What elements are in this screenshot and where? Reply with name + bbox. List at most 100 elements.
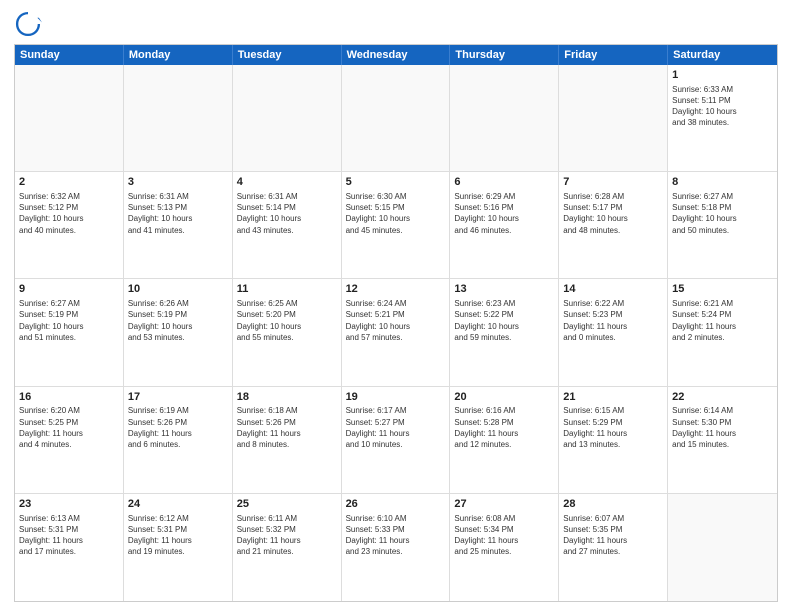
- day-header-wednesday: Wednesday: [342, 45, 451, 65]
- cell-content: Sunrise: 6:33 AM Sunset: 5:11 PM Dayligh…: [672, 84, 773, 129]
- cal-cell: 27Sunrise: 6:08 AM Sunset: 5:34 PM Dayli…: [450, 494, 559, 601]
- cell-content: Sunrise: 6:21 AM Sunset: 5:24 PM Dayligh…: [672, 298, 773, 343]
- cell-content: Sunrise: 6:28 AM Sunset: 5:17 PM Dayligh…: [563, 191, 663, 236]
- day-number: 7: [563, 175, 663, 190]
- calendar-body: 1Sunrise: 6:33 AM Sunset: 5:11 PM Daylig…: [15, 65, 777, 601]
- day-header-saturday: Saturday: [668, 45, 777, 65]
- cal-cell: 15Sunrise: 6:21 AM Sunset: 5:24 PM Dayli…: [668, 279, 777, 385]
- cal-cell: 11Sunrise: 6:25 AM Sunset: 5:20 PM Dayli…: [233, 279, 342, 385]
- cell-content: Sunrise: 6:23 AM Sunset: 5:22 PM Dayligh…: [454, 298, 554, 343]
- cell-content: Sunrise: 6:16 AM Sunset: 5:28 PM Dayligh…: [454, 405, 554, 450]
- cell-content: Sunrise: 6:26 AM Sunset: 5:19 PM Dayligh…: [128, 298, 228, 343]
- week-row-3: 16Sunrise: 6:20 AM Sunset: 5:25 PM Dayli…: [15, 387, 777, 494]
- cell-content: Sunrise: 6:15 AM Sunset: 5:29 PM Dayligh…: [563, 405, 663, 450]
- cell-content: Sunrise: 6:13 AM Sunset: 5:31 PM Dayligh…: [19, 513, 119, 558]
- calendar-header: SundayMondayTuesdayWednesdayThursdayFrid…: [15, 45, 777, 65]
- day-number: 22: [672, 390, 773, 405]
- cal-cell: 26Sunrise: 6:10 AM Sunset: 5:33 PM Dayli…: [342, 494, 451, 601]
- cell-content: Sunrise: 6:14 AM Sunset: 5:30 PM Dayligh…: [672, 405, 773, 450]
- day-number: 3: [128, 175, 228, 190]
- logo-icon: [14, 10, 42, 38]
- cal-cell: 10Sunrise: 6:26 AM Sunset: 5:19 PM Dayli…: [124, 279, 233, 385]
- cell-content: Sunrise: 6:22 AM Sunset: 5:23 PM Dayligh…: [563, 298, 663, 343]
- cell-content: Sunrise: 6:19 AM Sunset: 5:26 PM Dayligh…: [128, 405, 228, 450]
- day-header-tuesday: Tuesday: [233, 45, 342, 65]
- cal-cell: 18Sunrise: 6:18 AM Sunset: 5:26 PM Dayli…: [233, 387, 342, 493]
- cal-cell: 17Sunrise: 6:19 AM Sunset: 5:26 PM Dayli…: [124, 387, 233, 493]
- day-number: 20: [454, 390, 554, 405]
- cal-cell: 28Sunrise: 6:07 AM Sunset: 5:35 PM Dayli…: [559, 494, 668, 601]
- cell-content: Sunrise: 6:27 AM Sunset: 5:19 PM Dayligh…: [19, 298, 119, 343]
- day-header-sunday: Sunday: [15, 45, 124, 65]
- day-number: 19: [346, 390, 446, 405]
- cal-cell: 13Sunrise: 6:23 AM Sunset: 5:22 PM Dayli…: [450, 279, 559, 385]
- cal-cell: 25Sunrise: 6:11 AM Sunset: 5:32 PM Dayli…: [233, 494, 342, 601]
- cal-cell: 20Sunrise: 6:16 AM Sunset: 5:28 PM Dayli…: [450, 387, 559, 493]
- day-number: 16: [19, 390, 119, 405]
- cal-cell: 21Sunrise: 6:15 AM Sunset: 5:29 PM Dayli…: [559, 387, 668, 493]
- cal-cell: [668, 494, 777, 601]
- cal-cell: 5Sunrise: 6:30 AM Sunset: 5:15 PM Daylig…: [342, 172, 451, 278]
- cal-cell: 4Sunrise: 6:31 AM Sunset: 5:14 PM Daylig…: [233, 172, 342, 278]
- cal-cell: 16Sunrise: 6:20 AM Sunset: 5:25 PM Dayli…: [15, 387, 124, 493]
- day-header-thursday: Thursday: [450, 45, 559, 65]
- cell-content: Sunrise: 6:30 AM Sunset: 5:15 PM Dayligh…: [346, 191, 446, 236]
- cell-content: Sunrise: 6:10 AM Sunset: 5:33 PM Dayligh…: [346, 513, 446, 558]
- cell-content: Sunrise: 6:32 AM Sunset: 5:12 PM Dayligh…: [19, 191, 119, 236]
- day-number: 9: [19, 282, 119, 297]
- day-number: 8: [672, 175, 773, 190]
- cell-content: Sunrise: 6:11 AM Sunset: 5:32 PM Dayligh…: [237, 513, 337, 558]
- day-number: 13: [454, 282, 554, 297]
- day-number: 24: [128, 497, 228, 512]
- cal-cell: 19Sunrise: 6:17 AM Sunset: 5:27 PM Dayli…: [342, 387, 451, 493]
- day-number: 12: [346, 282, 446, 297]
- cell-content: Sunrise: 6:08 AM Sunset: 5:34 PM Dayligh…: [454, 513, 554, 558]
- week-row-2: 9Sunrise: 6:27 AM Sunset: 5:19 PM Daylig…: [15, 279, 777, 386]
- day-number: 17: [128, 390, 228, 405]
- day-number: 4: [237, 175, 337, 190]
- cal-cell: [342, 65, 451, 171]
- day-number: 21: [563, 390, 663, 405]
- cell-content: Sunrise: 6:25 AM Sunset: 5:20 PM Dayligh…: [237, 298, 337, 343]
- day-number: 5: [346, 175, 446, 190]
- cal-cell: 7Sunrise: 6:28 AM Sunset: 5:17 PM Daylig…: [559, 172, 668, 278]
- cell-content: Sunrise: 6:29 AM Sunset: 5:16 PM Dayligh…: [454, 191, 554, 236]
- day-number: 15: [672, 282, 773, 297]
- cal-cell: 9Sunrise: 6:27 AM Sunset: 5:19 PM Daylig…: [15, 279, 124, 385]
- cal-cell: [559, 65, 668, 171]
- cal-cell: [450, 65, 559, 171]
- day-number: 10: [128, 282, 228, 297]
- cell-content: Sunrise: 6:24 AM Sunset: 5:21 PM Dayligh…: [346, 298, 446, 343]
- week-row-4: 23Sunrise: 6:13 AM Sunset: 5:31 PM Dayli…: [15, 494, 777, 601]
- day-header-monday: Monday: [124, 45, 233, 65]
- cal-cell: 14Sunrise: 6:22 AM Sunset: 5:23 PM Dayli…: [559, 279, 668, 385]
- week-row-0: 1Sunrise: 6:33 AM Sunset: 5:11 PM Daylig…: [15, 65, 777, 172]
- cal-cell: [15, 65, 124, 171]
- day-number: 25: [237, 497, 337, 512]
- day-number: 18: [237, 390, 337, 405]
- calendar: SundayMondayTuesdayWednesdayThursdayFrid…: [14, 44, 778, 602]
- cal-cell: 6Sunrise: 6:29 AM Sunset: 5:16 PM Daylig…: [450, 172, 559, 278]
- cal-cell: 22Sunrise: 6:14 AM Sunset: 5:30 PM Dayli…: [668, 387, 777, 493]
- day-number: 26: [346, 497, 446, 512]
- cell-content: Sunrise: 6:27 AM Sunset: 5:18 PM Dayligh…: [672, 191, 773, 236]
- cal-cell: 24Sunrise: 6:12 AM Sunset: 5:31 PM Dayli…: [124, 494, 233, 601]
- cal-cell: [124, 65, 233, 171]
- cal-cell: 8Sunrise: 6:27 AM Sunset: 5:18 PM Daylig…: [668, 172, 777, 278]
- cell-content: Sunrise: 6:12 AM Sunset: 5:31 PM Dayligh…: [128, 513, 228, 558]
- day-number: 1: [672, 68, 773, 83]
- cell-content: Sunrise: 6:31 AM Sunset: 5:13 PM Dayligh…: [128, 191, 228, 236]
- cal-cell: 12Sunrise: 6:24 AM Sunset: 5:21 PM Dayli…: [342, 279, 451, 385]
- day-number: 2: [19, 175, 119, 190]
- cal-cell: 2Sunrise: 6:32 AM Sunset: 5:12 PM Daylig…: [15, 172, 124, 278]
- cell-content: Sunrise: 6:07 AM Sunset: 5:35 PM Dayligh…: [563, 513, 663, 558]
- cell-content: Sunrise: 6:18 AM Sunset: 5:26 PM Dayligh…: [237, 405, 337, 450]
- day-number: 23: [19, 497, 119, 512]
- day-number: 6: [454, 175, 554, 190]
- day-header-friday: Friday: [559, 45, 668, 65]
- day-number: 28: [563, 497, 663, 512]
- week-row-1: 2Sunrise: 6:32 AM Sunset: 5:12 PM Daylig…: [15, 172, 777, 279]
- day-number: 14: [563, 282, 663, 297]
- cal-cell: 23Sunrise: 6:13 AM Sunset: 5:31 PM Dayli…: [15, 494, 124, 601]
- logo: [14, 10, 46, 38]
